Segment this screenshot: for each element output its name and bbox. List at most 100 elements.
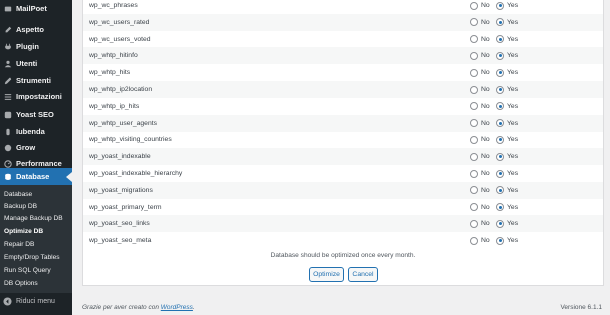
radio-yes-label: Yes bbox=[507, 186, 519, 194]
radio-no-label: No bbox=[481, 86, 490, 93]
radio-no[interactable] bbox=[470, 203, 478, 212]
radio-yes[interactable] bbox=[496, 152, 504, 161]
table-row: wp_whtp_hitinfo No Yes bbox=[83, 47, 603, 65]
sidebar-item-impostazioni[interactable]: Impostazioni bbox=[0, 88, 72, 105]
submenu-item-backup-db[interactable]: Backup DB bbox=[4, 203, 37, 210]
radio-no[interactable] bbox=[470, 68, 478, 77]
radio-no[interactable] bbox=[470, 236, 478, 245]
footer-thanks-period: . bbox=[192, 304, 195, 311]
radio-no[interactable] bbox=[470, 186, 478, 195]
collapse-menu-button[interactable]: Riduci menu bbox=[3, 297, 55, 306]
radio-yes-label: Yes bbox=[507, 153, 519, 161]
users-icon bbox=[3, 59, 12, 68]
performance-icon bbox=[3, 159, 12, 168]
radio-no-label: No bbox=[481, 170, 490, 177]
table-name: wp_yoast_seo_meta bbox=[89, 237, 152, 245]
optimize-button[interactable]: Optimize bbox=[309, 267, 344, 282]
radio-yes-label: Yes bbox=[507, 18, 519, 26]
wordpress-link[interactable]: WordPress bbox=[161, 304, 193, 311]
submenu-item-repair-db[interactable]: Repair DB bbox=[4, 241, 34, 248]
table-row: wp_yoast_seo_links No Yes bbox=[83, 215, 603, 233]
radio-no[interactable] bbox=[470, 85, 478, 94]
table-row: wp_whtp_hits No Yes bbox=[83, 64, 603, 81]
radio-yes-label: Yes bbox=[507, 2, 519, 9]
radio-no[interactable] bbox=[470, 169, 478, 178]
submenu-item-database[interactable]: Database bbox=[4, 191, 32, 198]
radio-yes[interactable] bbox=[496, 85, 504, 94]
mailpoet-icon bbox=[3, 4, 12, 13]
submenu-item-empty-drop-tables[interactable]: Empty/Drop Tables bbox=[4, 254, 60, 261]
table-row: wp_whtp_visiting_countries No Yes bbox=[83, 131, 603, 148]
table-name: wp_yoast_seo_links bbox=[89, 220, 150, 228]
sidebar-item-aspetto[interactable]: Aspetto bbox=[0, 21, 72, 38]
radio-yes-label: Yes bbox=[507, 86, 519, 93]
radio-yes-label: Yes bbox=[507, 203, 519, 211]
radio-yes-label: Yes bbox=[507, 52, 519, 60]
sidebar-item-grow[interactable]: Grow bbox=[0, 139, 72, 156]
radio-no-label: No bbox=[481, 2, 490, 9]
collapse-icon bbox=[3, 297, 12, 306]
sidebar-item-plugin[interactable]: Plugin bbox=[0, 38, 72, 55]
radio-no-label: No bbox=[481, 69, 490, 77]
sidebar-item-yoast-seo[interactable]: Yoast SEO bbox=[0, 106, 72, 123]
radio-yes[interactable] bbox=[496, 119, 504, 128]
radio-yes[interactable] bbox=[496, 1, 504, 10]
footer-version: Versione 6.1.1 bbox=[560, 304, 602, 311]
radio-no[interactable] bbox=[470, 51, 478, 60]
sidebar-item-label: Performance bbox=[16, 159, 62, 168]
table-name: wp_whtp_ip_hits bbox=[89, 102, 140, 110]
table-name: wp_yoast_indexable bbox=[89, 153, 151, 161]
sidebar-item-label: Impostazioni bbox=[16, 92, 62, 101]
radio-no-label: No bbox=[481, 136, 490, 144]
radio-yes[interactable] bbox=[496, 169, 504, 178]
sidebar-item-strumenti[interactable]: Strumenti bbox=[0, 72, 72, 89]
radio-yes[interactable] bbox=[496, 35, 504, 44]
submenu-item-optimize-db[interactable]: Optimize DB bbox=[4, 228, 43, 235]
radio-no-label: No bbox=[481, 18, 490, 26]
radio-no[interactable] bbox=[470, 1, 478, 10]
sidebar-item-mailpoet[interactable]: MailPoet bbox=[0, 0, 72, 17]
radio-yes[interactable] bbox=[496, 18, 504, 27]
table-name: wp_wc_users_voted bbox=[89, 35, 151, 43]
radio-yes[interactable] bbox=[496, 68, 504, 77]
radio-no-label: No bbox=[481, 237, 490, 245]
radio-no[interactable] bbox=[470, 119, 478, 128]
radio-yes[interactable] bbox=[496, 219, 504, 228]
grow-icon bbox=[3, 143, 12, 152]
table-row: wp_yoast_primary_term No Yes bbox=[83, 199, 603, 216]
sidebar-item-database[interactable]: Database bbox=[0, 168, 72, 185]
radio-yes-label: Yes bbox=[507, 69, 519, 77]
submenu-item-db-options[interactable]: DB Options bbox=[4, 280, 38, 287]
table-row: wp_yoast_indexable No Yes bbox=[83, 148, 603, 166]
radio-yes[interactable] bbox=[496, 203, 504, 212]
radio-no[interactable] bbox=[470, 102, 478, 111]
radio-no[interactable] bbox=[470, 35, 478, 44]
radio-no[interactable] bbox=[470, 219, 478, 228]
radio-no-label: No bbox=[481, 119, 490, 127]
table-row: wp_yoast_indexable_hierarchy No Yes bbox=[83, 165, 603, 182]
sidebar-item-iubenda[interactable]: Iubenda bbox=[0, 123, 72, 140]
radio-no-label: No bbox=[481, 52, 490, 60]
submenu-item-run-sql-query[interactable]: Run SQL Query bbox=[4, 267, 51, 274]
table-row: wp_whtp_ip_hits No Yes bbox=[83, 98, 603, 115]
radio-yes-label: Yes bbox=[507, 119, 519, 127]
radio-no[interactable] bbox=[470, 152, 478, 161]
table-row: wp_wc_users_voted No Yes bbox=[83, 31, 603, 48]
radio-no-label: No bbox=[481, 203, 490, 211]
radio-no[interactable] bbox=[470, 135, 478, 144]
submenu-item-manage-backup-db[interactable]: Manage Backup DB bbox=[4, 215, 63, 222]
sidebar-item-label: MailPoet bbox=[16, 4, 47, 13]
radio-yes[interactable] bbox=[496, 102, 504, 111]
table-name: wp_whtp_ip2location bbox=[89, 86, 153, 93]
table-row: wp_yoast_migrations No Yes bbox=[83, 181, 603, 199]
radio-no[interactable] bbox=[470, 18, 478, 27]
radio-no-label: No bbox=[481, 186, 490, 194]
sidebar-item-utenti[interactable]: Utenti bbox=[0, 55, 72, 72]
cancel-button[interactable]: Cancel bbox=[348, 267, 378, 282]
radio-yes[interactable] bbox=[496, 186, 504, 195]
radio-yes[interactable] bbox=[496, 236, 504, 245]
radio-yes[interactable] bbox=[496, 51, 504, 60]
sidebar-item-label: Grow bbox=[16, 143, 36, 152]
yoast-icon bbox=[3, 110, 12, 119]
radio-yes[interactable] bbox=[496, 135, 504, 144]
